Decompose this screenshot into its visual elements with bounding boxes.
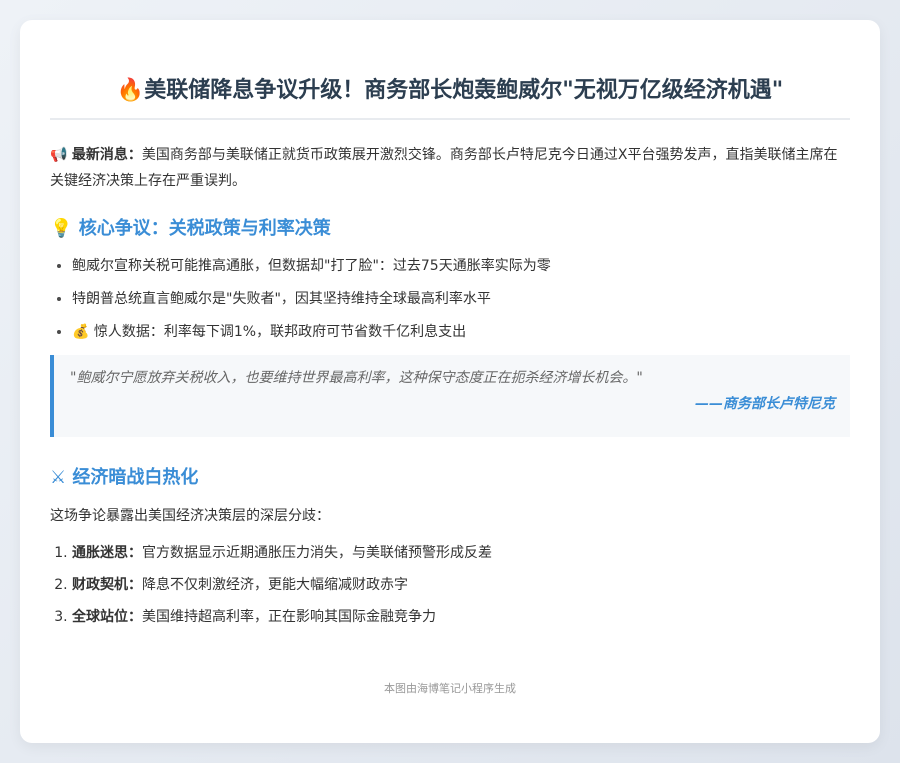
- list-item: 鲍威尔宣称关税可能推高通胀，但数据却"打了脸"：过去75天通胀率实际为零: [72, 256, 850, 276]
- dispute-list: 鲍威尔宣称关税可能推高通胀，但数据却"打了脸"：过去75天通胀率实际为零 特朗普…: [50, 256, 850, 342]
- list-item: 财政契机：降息不仅刺激经济，更能大幅缩减财政赤字: [72, 575, 850, 595]
- list-item: 全球站位：美国维持超高利率，正在影响其国际金融竞争力: [72, 607, 850, 627]
- megaphone-icon: 📢: [50, 147, 68, 163]
- list-item-text: 鲍威尔宣称关税可能推高通胀，但数据却"打了脸"：过去75天通胀率实际为零: [72, 258, 551, 274]
- quote-source: ——商务部长卢特尼克: [695, 396, 835, 412]
- quote-text: "鲍威尔宁愿放弃关税收入，也要维持世界最高利率，这种保守态度正在扼杀经济增长机会…: [70, 370, 643, 386]
- page-title: 🔥美联储降息争议升级！商务部长炮轰鲍威尔"无视万亿级经济机遇": [50, 20, 850, 120]
- blockquote: "鲍威尔宁愿放弃关税收入，也要维持世界最高利率，这种保守态度正在扼杀经济增长机会…: [50, 355, 850, 437]
- crossed-swords-icon: ⚔: [50, 467, 67, 488]
- money-bag-icon: 💰: [72, 324, 90, 340]
- footer-credit: 本图由海博笔记小程序生成: [384, 682, 516, 695]
- article-card: 🔥美联储降息争议升级！商务部长炮轰鲍威尔"无视万亿级经济机遇" 📢 最新消息：美…: [20, 20, 880, 743]
- list-item-text: 美国维持超高利率，正在影响其国际金融竞争力: [142, 609, 436, 625]
- list-item-text: 降息不仅刺激经济，更能大幅缩减财政赤字: [142, 577, 408, 593]
- list-item: 特朗普总统直言鲍威尔是"失败者"，因其坚持维持全球最高利率水平: [72, 289, 850, 309]
- fire-icon: 🔥: [116, 78, 145, 103]
- list-item: 通胀迷思：官方数据显示近期通胀压力消失，与美联储预警形成反差: [72, 543, 850, 563]
- section-heading-core-dispute: 💡 核心争议：关税政策与利率决策: [50, 214, 850, 240]
- section-heading-economic-war: ⚔ 经济暗战白热化: [50, 463, 850, 489]
- list-item: 💰 惊人数据：利率每下调1%，联邦政府可节省数千亿利息支出: [72, 322, 850, 342]
- page-title-text: 美联储降息争议升级！商务部长炮轰鲍威尔"无视万亿级经济机遇": [144, 78, 784, 103]
- list-item-term: 全球站位：: [72, 609, 142, 625]
- news-text: 美国商务部与美联储正就货币政策展开激烈交锋。商务部长卢特尼克今日通过X平台强势发…: [50, 147, 838, 189]
- list-item-text: 惊人数据：利率每下调1%，联邦政府可节省数千亿利息支出: [93, 324, 467, 340]
- news-paragraph: 📢 最新消息：美国商务部与美联储正就货币政策展开激烈交锋。商务部长卢特尼克今日通…: [50, 142, 850, 194]
- section-intro: 这场争论暴露出美国经济决策层的深层分歧：: [50, 508, 330, 524]
- lightbulb-icon: 💡: [50, 218, 73, 239]
- list-item-term: 财政契机：: [72, 577, 142, 593]
- divisions-list: 通胀迷思：官方数据显示近期通胀压力消失，与美联储预警形成反差 财政契机：降息不仅…: [50, 543, 850, 627]
- news-label: 最新消息：: [71, 147, 142, 163]
- section-heading-text: 核心争议：关税政策与利率决策: [78, 218, 331, 239]
- list-item-term: 通胀迷思：: [72, 545, 142, 561]
- list-item-text: 官方数据显示近期通胀压力消失，与美联储预警形成反差: [142, 545, 492, 561]
- section-heading-text: 经济暗战白热化: [72, 467, 199, 488]
- list-item-text: 特朗普总统直言鲍威尔是"失败者"，因其坚持维持全球最高利率水平: [72, 291, 491, 307]
